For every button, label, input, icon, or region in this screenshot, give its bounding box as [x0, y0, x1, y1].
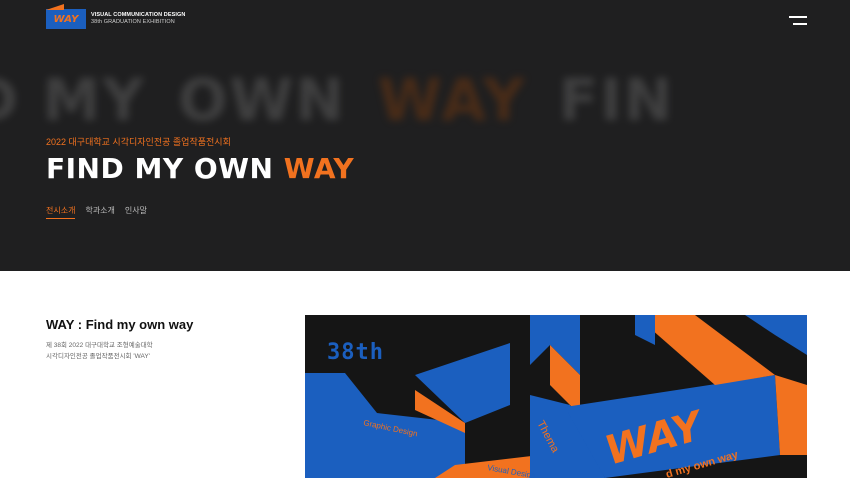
hero-title-main: FIND MY OWN — [46, 152, 284, 185]
intro-description: 제 38회 2022 대구대학교 조형예술대학 시각디자인전공 졸업작품전시회 … — [46, 340, 153, 362]
poster-shape — [635, 315, 655, 345]
site-logo[interactable]: WAY VISUAL COMMUNICATION DESIGN 38th GRA… — [46, 9, 185, 29]
intro-desc-line-2: 시각디자인전공 졸업작품전시회 'WAY' — [46, 353, 150, 360]
bg-word-4: FIN — [558, 66, 675, 134]
hamburger-menu-icon[interactable] — [789, 15, 807, 27]
hero-title-accent: WAY — [283, 152, 355, 185]
logo-text: VISUAL COMMUNICATION DESIGN 38th GRADUAT… — [91, 12, 185, 26]
tab-exhibition-intro[interactable]: 전시소개 — [46, 205, 76, 219]
exhibition-poster-image: 38th Graphic Design Visual Design Thema … — [305, 315, 807, 478]
intro-desc-line-1: 제 38회 2022 대구대학교 조형예술대학 — [46, 342, 153, 349]
tab-greeting[interactable]: 인사말 — [125, 205, 147, 219]
hero-section: WAY VISUAL COMMUNICATION DESIGN 38th GRA… — [0, 0, 850, 271]
bg-word-3: WAY — [377, 66, 527, 134]
tab-department-intro[interactable]: 학과소개 — [85, 205, 114, 219]
background-marquee-text: D MY OWN WAY FIN — [0, 66, 706, 134]
way-logo-mark: WAY — [46, 9, 86, 29]
hero-subtitle: 2022 대구대학교 시각디자인전공 졸업작품전시회 — [46, 137, 231, 147]
logo-mark-text: WAY — [53, 13, 79, 25]
hero-title: FIND MY OWN WAY — [46, 152, 354, 186]
poster-shape — [745, 315, 807, 355]
poster-shape — [635, 315, 775, 385]
bg-word-2: OWN — [178, 66, 346, 134]
bg-word-1: D MY — [0, 66, 147, 134]
logo-line-2: 38th GRADUATION EXHIBITION — [91, 19, 175, 25]
poster-shape — [775, 375, 807, 455]
intro-title: WAY : Find my own way — [46, 317, 194, 332]
logo-line-1: VISUAL COMMUNICATION DESIGN — [91, 12, 186, 18]
hero-tabs: 전시소개 학과소개 인사말 — [46, 205, 147, 219]
poster-number: 38th — [327, 340, 384, 365]
